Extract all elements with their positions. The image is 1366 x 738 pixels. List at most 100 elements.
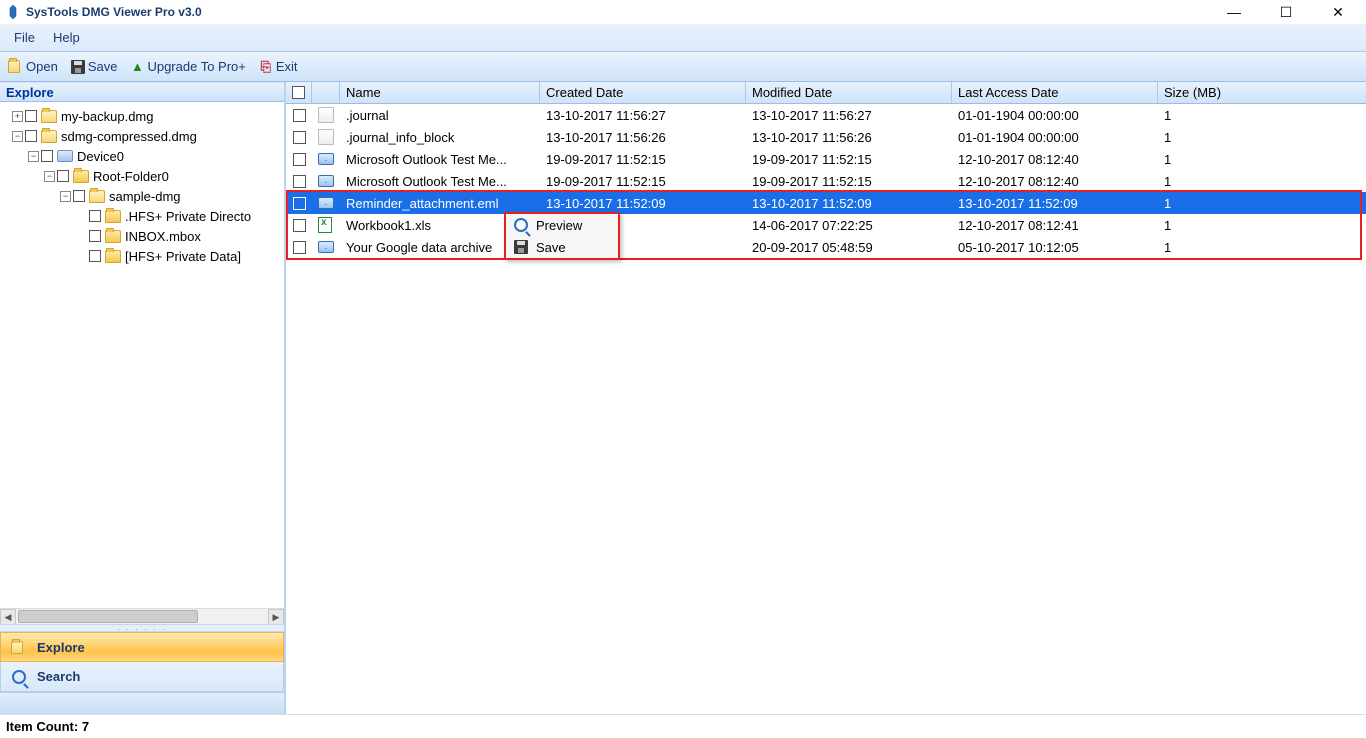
cell-created: 19-09-2017 11:52:15 xyxy=(540,174,746,189)
cell-access: 01-01-1904 00:00:00 xyxy=(952,108,1158,123)
context-preview[interactable]: Preview xyxy=(506,214,618,236)
left-pane: Explore +my-backup.dmg−sdmg-compressed.d… xyxy=(0,82,286,714)
h-scrollbar[interactable]: ◀ ▶ xyxy=(0,608,284,624)
tree-checkbox[interactable] xyxy=(89,250,101,262)
close-button[interactable]: ✕ xyxy=(1324,4,1352,21)
context-save[interactable]: Save xyxy=(506,236,618,258)
table-row[interactable]: Reminder_attachment.eml13-10-2017 11:52:… xyxy=(286,192,1366,214)
header-modified[interactable]: Modified Date xyxy=(746,82,952,103)
open-button[interactable]: Open xyxy=(4,57,62,77)
tree-label: Device0 xyxy=(77,149,124,164)
table-row[interactable]: Your Google data archive05:48:5920-09-20… xyxy=(286,236,1366,258)
item-count: Item Count: 7 xyxy=(6,719,89,734)
header-checkbox-col[interactable] xyxy=(286,82,312,103)
cell-access: 13-10-2017 11:52:09 xyxy=(952,196,1158,211)
header-size[interactable]: Size (MB) xyxy=(1158,82,1366,103)
save-button[interactable]: Save xyxy=(66,57,122,77)
maximize-button[interactable]: ☐ xyxy=(1272,4,1300,21)
table-row[interactable]: .journal13-10-2017 11:56:2713-10-2017 11… xyxy=(286,104,1366,126)
row-checkbox[interactable] xyxy=(293,153,306,166)
scroll-thumb[interactable] xyxy=(18,610,198,623)
tree-checkbox[interactable] xyxy=(73,190,85,202)
exit-icon: ⎘ xyxy=(258,59,274,75)
row-checkbox[interactable] xyxy=(293,131,306,144)
minimize-button[interactable]: — xyxy=(1220,4,1248,21)
cell-created: 13-10-2017 11:56:26 xyxy=(540,130,746,145)
menu-help[interactable]: Help xyxy=(53,30,80,45)
row-checkbox[interactable] xyxy=(293,109,306,122)
tree-checkbox[interactable] xyxy=(41,150,53,162)
tree-checkbox[interactable] xyxy=(25,110,37,122)
table-row[interactable]: Microsoft Outlook Test Me... 19-09-2017 1… xyxy=(286,148,1366,170)
cell-modified: 19-09-2017 11:52:15 xyxy=(746,152,952,167)
tree-checkbox[interactable] xyxy=(25,130,37,142)
tree-node[interactable]: − Device0 xyxy=(4,146,284,166)
folder-icon xyxy=(41,130,57,143)
spreadsheet-icon xyxy=(318,217,332,233)
tree-checkbox[interactable] xyxy=(89,230,101,242)
expander-icon[interactable]: − xyxy=(28,151,39,162)
folder-icon xyxy=(105,210,121,223)
scroll-left-button[interactable]: ◀ xyxy=(0,609,16,624)
tree-node[interactable]: −Root-Folder0 xyxy=(4,166,284,186)
folder-tree: +my-backup.dmg−sdmg-compressed.dmg−Devic… xyxy=(0,102,284,624)
cell-size: 1 xyxy=(1158,152,1366,167)
tab-explore[interactable]: Explore xyxy=(0,632,284,662)
table-row[interactable]: .journal_info_block13-10-2017 11:56:2613… xyxy=(286,126,1366,148)
folder-icon xyxy=(41,110,57,123)
upgrade-button[interactable]: ▲ Upgrade To Pro+ xyxy=(125,57,249,77)
cell-created: 13-10-2017 11:52:09 xyxy=(540,196,746,211)
tree-checkbox[interactable] xyxy=(57,170,69,182)
cell-name: Reminder_attachment.eml xyxy=(340,196,540,211)
header-created[interactable]: Created Date xyxy=(540,82,746,103)
document-icon xyxy=(318,107,334,123)
context-preview-label: Preview xyxy=(536,218,582,233)
row-checkbox[interactable] xyxy=(293,241,306,254)
exit-label: Exit xyxy=(276,59,298,74)
expander-icon[interactable]: − xyxy=(44,171,55,182)
expander-icon[interactable]: − xyxy=(60,191,71,202)
tree-node[interactable]: .HFS+ Private Directo xyxy=(4,206,284,226)
exit-button[interactable]: ⎘ Exit xyxy=(254,57,302,77)
tree-node[interactable]: INBOX.mbox xyxy=(4,226,284,246)
scroll-right-button[interactable]: ▶ xyxy=(268,609,284,624)
table-row[interactable]: Workbook1.xls07:22:2514-06-2017 07:22:25… xyxy=(286,214,1366,236)
menu-bar: File Help xyxy=(0,24,1366,52)
header-name[interactable]: Name xyxy=(340,82,540,103)
document-icon xyxy=(318,129,334,145)
grid-header: Name Created Date Modified Date Last Acc… xyxy=(286,82,1366,104)
upgrade-label: Upgrade To Pro+ xyxy=(147,59,245,74)
window-title: SysTools DMG Viewer Pro v3.0 xyxy=(26,5,202,19)
tree-label: INBOX.mbox xyxy=(125,229,201,244)
expander-icon[interactable]: − xyxy=(12,131,23,142)
tree-checkbox[interactable] xyxy=(89,210,101,222)
folder-icon xyxy=(105,250,121,263)
tree-node[interactable]: [HFS+ Private Data] xyxy=(4,246,284,266)
row-checkbox[interactable] xyxy=(293,219,306,232)
splitter[interactable]: · · · · · · xyxy=(0,624,284,632)
cell-size: 1 xyxy=(1158,108,1366,123)
cell-size: 1 xyxy=(1158,196,1366,211)
context-save-label: Save xyxy=(536,240,566,255)
explore-header: Explore xyxy=(0,82,284,102)
cell-size: 1 xyxy=(1158,240,1366,255)
tree-node[interactable]: +my-backup.dmg xyxy=(4,106,284,126)
tree-node[interactable]: −sdmg-compressed.dmg xyxy=(4,126,284,146)
cell-access: 05-10-2017 10:12:05 xyxy=(952,240,1158,255)
cell-access: 12-10-2017 08:12:40 xyxy=(952,152,1158,167)
expander-icon xyxy=(76,251,87,262)
row-checkbox[interactable] xyxy=(293,175,306,188)
cell-modified: 19-09-2017 11:52:15 xyxy=(746,174,952,189)
menu-file[interactable]: File xyxy=(14,30,35,45)
title-bar: SysTools DMG Viewer Pro v3.0 — ☐ ✕ xyxy=(0,0,1366,24)
cell-name: Microsoft Outlook Test Me... xyxy=(340,152,540,167)
save-label: Save xyxy=(88,59,118,74)
expander-icon[interactable]: + xyxy=(12,111,23,122)
mail-icon xyxy=(318,153,334,165)
header-access[interactable]: Last Access Date xyxy=(952,82,1158,103)
tab-search[interactable]: Search xyxy=(0,662,284,692)
tree-node[interactable]: −sample-dmg xyxy=(4,186,284,206)
row-checkbox[interactable] xyxy=(293,197,306,210)
cell-size: 1 xyxy=(1158,174,1366,189)
table-row[interactable]: Microsoft Outlook Test Me...19-09-2017 1… xyxy=(286,170,1366,192)
